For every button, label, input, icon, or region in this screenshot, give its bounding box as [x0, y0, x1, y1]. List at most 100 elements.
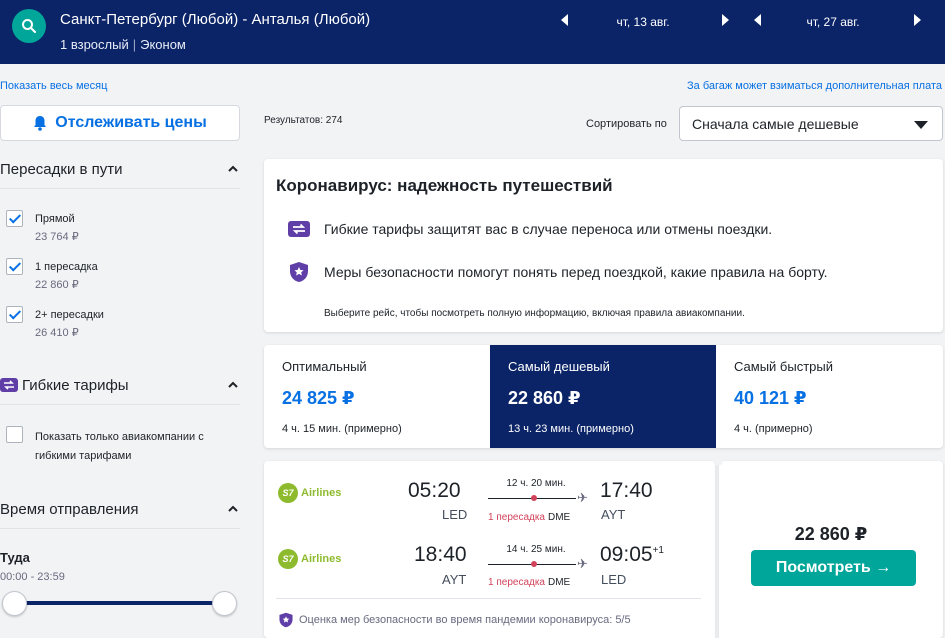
bell-icon: [34, 116, 47, 131]
airline-badge: S7 Airlines: [278, 549, 341, 569]
arrival-time: 17:40: [600, 479, 653, 503]
divider: [0, 528, 240, 529]
tab-duration: 13 ч. 23 мин. (примерно): [508, 423, 634, 435]
chevron-up-icon: [228, 505, 238, 512]
arrival-airport: AYT: [601, 507, 626, 522]
plane-icon: ✈: [577, 490, 588, 505]
departure-time-slider[interactable]: [14, 601, 226, 605]
slider-min-handle[interactable]: [2, 591, 27, 616]
leg-stops: 1 пересадка DME: [488, 512, 570, 523]
stops-direct-checkbox[interactable]: [6, 210, 23, 227]
covid-safety-text: Меры безопасности помогут понять перед п…: [324, 264, 828, 280]
return-date[interactable]: чт, 27 авг.: [783, 15, 883, 29]
s7-logo-icon: S7: [278, 549, 298, 569]
results-count: Результатов: 274: [264, 115, 343, 126]
covid-title: Коронавирус: надежность путешествий: [276, 176, 613, 195]
day-offset: +1: [652, 545, 664, 556]
tab-duration: 4 ч. (примерно): [734, 423, 813, 435]
track-prices-label: Отслеживать цены: [55, 114, 207, 131]
search-icon: [22, 19, 37, 34]
stops-one-checkbox[interactable]: [6, 258, 23, 275]
tab-cheapest[interactable]: Самый дешевый 22 860 ₽ 13 ч. 23 мин. (пр…: [490, 345, 716, 448]
flex-filter-title: Гибкие тарифы: [22, 377, 129, 394]
next-outbound-date-arrow[interactable]: [722, 14, 729, 26]
safety-rating: Оценка мер безопасности во время пандеми…: [278, 612, 631, 628]
stops-two-plus-price: 26 410 ₽: [35, 327, 79, 339]
result-price-panel: 22 860 ₽ Посмотреть →: [719, 461, 943, 638]
departure-airport: LED: [442, 507, 468, 522]
chevron-up-icon: [228, 381, 238, 388]
safety-rating-text: Оценка мер безопасности во время пандеми…: [299, 614, 631, 626]
prev-outbound-date-arrow[interactable]: [561, 14, 568, 26]
airline-badge: S7 Airlines: [278, 483, 341, 503]
departure-airport: AYT: [442, 572, 467, 587]
flex-filter-header[interactable]: Гибкие тарифы: [0, 377, 240, 394]
flight-result-card[interactable]: S7 Airlines 05:20 LED 12 ч. 20 мин. ✈ 1 …: [264, 461, 715, 638]
covid-info-panel: Коронавирус: надежность путешествий Гибк…: [264, 159, 943, 332]
sort-label: Сортировать по: [586, 118, 667, 130]
tab-duration: 4 ч. 15 мин. (примерно): [282, 423, 402, 435]
departure-filter-header[interactable]: Время отправления: [0, 501, 240, 518]
stops-two-plus-checkbox[interactable]: [6, 306, 23, 323]
show-month-link[interactable]: Показать весь месяц: [0, 80, 107, 92]
slider-max-handle[interactable]: [212, 591, 237, 616]
sort-tabs: Оптимальный 24 825 ₽ 4 ч. 15 мин. (приме…: [264, 345, 943, 448]
route-summary[interactable]: Санкт-Петербург (Любой) - Анталья (Любой…: [60, 11, 370, 28]
stops-filter-title: Пересадки в пути: [0, 161, 123, 178]
baggage-fee-link[interactable]: За багаж может взиматься дополнительная …: [687, 80, 942, 92]
leg-duration: 12 ч. 20 мин.: [506, 478, 566, 489]
flex-ticket-icon: [288, 221, 310, 237]
stops-direct-label: Прямой: [35, 213, 75, 225]
tab-fastest[interactable]: Самый быстрый 40 121 ₽ 4 ч. (примерно): [716, 345, 943, 448]
arrival-time-value: 09:05: [600, 543, 653, 566]
tab-price: 24 825 ₽: [282, 388, 355, 408]
arrival-time: 09:05+1: [600, 543, 664, 567]
shield-star-icon: [279, 612, 293, 628]
divider: [276, 598, 701, 599]
view-deal-button[interactable]: Посмотреть →: [751, 550, 916, 586]
flex-only-checkbox[interactable]: [6, 426, 23, 443]
plane-icon: ✈: [577, 556, 588, 571]
outbound-date[interactable]: чт, 13 авг.: [593, 15, 693, 29]
covid-flex-text: Гибкие тарифы защитят вас в случае перен…: [324, 221, 773, 237]
arrival-airport: LED: [601, 572, 627, 587]
covid-note: Выберите рейс, чтобы посмотреть полную и…: [324, 308, 745, 319]
search-button[interactable]: [12, 9, 46, 43]
cabin-class: Эконом: [140, 37, 186, 52]
result-price: 22 860 ₽: [794, 524, 868, 544]
stop-airport: DME: [548, 512, 571, 523]
tab-price: 40 121 ₽: [734, 388, 807, 408]
airline-name: Airlines: [301, 553, 342, 565]
separator: |: [132, 37, 137, 52]
ticket-notch: [713, 456, 723, 466]
stop-dot: [531, 561, 537, 567]
departure-time-range: 00:00 - 23:59: [0, 571, 65, 583]
tab-title: Оптимальный: [282, 359, 367, 374]
track-prices-button[interactable]: Отслеживать цены: [0, 105, 240, 141]
tab-title: Самый дешевый: [508, 359, 610, 374]
chevron-up-icon: [228, 165, 238, 172]
airline-name: Airlines: [301, 487, 342, 499]
divider: [0, 404, 240, 405]
search-header: Санкт-Петербург (Любой) - Анталья (Любой…: [0, 0, 945, 64]
tab-title: Самый быстрый: [734, 359, 833, 374]
stops-filter-header[interactable]: Пересадки в пути: [0, 161, 240, 178]
stops-two-plus-label: 2+ пересадки: [35, 309, 104, 321]
sort-select[interactable]: Сначала самые дешевые: [679, 106, 943, 141]
passenger-count: 1 взрослый: [60, 37, 129, 52]
sort-value: Сначала самые дешевые: [692, 116, 859, 132]
stop-count: 1 пересадка: [488, 512, 545, 523]
departure-filter-title: Время отправления: [0, 501, 139, 518]
flex-ticket-icon: [0, 378, 18, 392]
tab-optimal[interactable]: Оптимальный 24 825 ₽ 4 ч. 15 мин. (приме…: [264, 345, 490, 448]
prev-return-date-arrow[interactable]: [754, 14, 761, 26]
s7-logo-icon: S7: [278, 483, 298, 503]
next-return-date-arrow[interactable]: [914, 14, 921, 26]
leg-duration: 14 ч. 25 мин.: [506, 544, 566, 555]
departure-time: 18:40: [414, 543, 467, 566]
shield-star-icon: [290, 262, 308, 282]
caret-down-icon: [914, 121, 928, 129]
divider: [0, 188, 240, 189]
stops-one-price: 22 860 ₽: [35, 279, 79, 291]
passenger-summary[interactable]: 1 взрослый | Эконом: [60, 37, 186, 52]
